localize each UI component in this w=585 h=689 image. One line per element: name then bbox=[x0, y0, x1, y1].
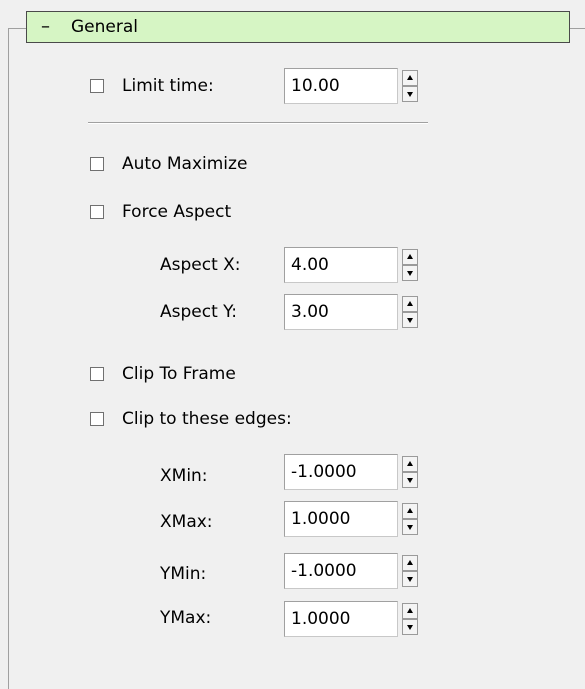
arrow-up-icon bbox=[407, 301, 413, 306]
collapse-icon[interactable]: – bbox=[41, 16, 50, 37]
rollout-title: General bbox=[71, 17, 138, 37]
spin-down-button[interactable] bbox=[402, 619, 418, 635]
force-aspect-row[interactable]: Force Aspect bbox=[90, 201, 231, 223]
arrow-up-icon bbox=[407, 508, 413, 513]
spin-up-button[interactable] bbox=[402, 296, 418, 312]
arrow-down-icon bbox=[407, 318, 413, 323]
limit-time-checkbox[interactable] bbox=[90, 79, 104, 93]
aspect-x-input[interactable] bbox=[284, 247, 398, 283]
spin-down-button[interactable] bbox=[402, 519, 418, 535]
aspect-y-label: Aspect Y: bbox=[160, 302, 238, 322]
spin-up-button[interactable] bbox=[402, 456, 418, 472]
spin-up-button[interactable] bbox=[402, 555, 418, 571]
force-aspect-label: Force Aspect bbox=[122, 202, 232, 222]
force-aspect-checkbox[interactable] bbox=[90, 205, 104, 219]
aspect-y-spin-buttons[interactable] bbox=[402, 296, 418, 328]
auto-maximize-checkbox[interactable] bbox=[90, 157, 104, 171]
ymax-label: YMax: bbox=[160, 608, 212, 628]
rollout-header-general[interactable]: – General bbox=[26, 11, 570, 43]
ymin-input[interactable] bbox=[284, 553, 398, 589]
clip-edges-label: Clip to these edges: bbox=[122, 409, 292, 429]
limit-time-input[interactable] bbox=[284, 68, 398, 104]
limit-time-spin-buttons[interactable] bbox=[402, 70, 418, 102]
spin-down-button[interactable] bbox=[402, 312, 418, 328]
clip-edges-row[interactable]: Clip to these edges: bbox=[90, 408, 292, 430]
spin-up-button[interactable] bbox=[402, 503, 418, 519]
arrow-down-icon bbox=[407, 478, 413, 483]
arrow-down-icon bbox=[407, 625, 413, 630]
auto-maximize-row[interactable]: Auto Maximize bbox=[90, 153, 247, 175]
clip-to-frame-row[interactable]: Clip To Frame bbox=[90, 363, 236, 385]
ymax-input[interactable] bbox=[284, 601, 398, 637]
ymin-spin-buttons[interactable] bbox=[402, 555, 418, 587]
arrow-up-icon bbox=[407, 608, 413, 613]
xmax-input[interactable] bbox=[284, 501, 398, 537]
xmin-spin-buttons[interactable] bbox=[402, 456, 418, 488]
clip-to-frame-checkbox[interactable] bbox=[90, 367, 104, 381]
arrow-up-icon bbox=[407, 461, 413, 466]
arrow-down-icon bbox=[407, 271, 413, 276]
arrow-down-icon bbox=[407, 525, 413, 530]
arrow-down-icon bbox=[407, 577, 413, 582]
arrow-up-icon bbox=[407, 254, 413, 259]
spin-down-button[interactable] bbox=[402, 571, 418, 587]
aspect-y-input[interactable] bbox=[284, 294, 398, 330]
aspect-x-spin-buttons[interactable] bbox=[402, 249, 418, 281]
rollout-frame bbox=[8, 28, 585, 689]
spin-down-button[interactable] bbox=[402, 472, 418, 488]
ymin-label: YMin: bbox=[160, 564, 207, 584]
arrow-up-icon bbox=[407, 560, 413, 565]
aspect-x-label: Aspect X: bbox=[160, 255, 241, 275]
xmin-label: XMin: bbox=[160, 466, 208, 486]
separator bbox=[88, 122, 428, 124]
xmin-input[interactable] bbox=[284, 454, 398, 490]
clip-edges-checkbox[interactable] bbox=[90, 412, 104, 426]
spin-up-button[interactable] bbox=[402, 249, 418, 265]
spin-down-button[interactable] bbox=[402, 265, 418, 281]
xmax-label: XMax: bbox=[160, 512, 213, 532]
auto-maximize-label: Auto Maximize bbox=[122, 154, 248, 174]
spin-down-button[interactable] bbox=[402, 86, 418, 102]
ymax-spin-buttons[interactable] bbox=[402, 603, 418, 635]
spin-up-button[interactable] bbox=[402, 603, 418, 619]
arrow-down-icon bbox=[407, 92, 413, 97]
arrow-up-icon bbox=[407, 75, 413, 80]
spin-up-button[interactable] bbox=[402, 70, 418, 86]
limit-time-label: Limit time: bbox=[122, 76, 214, 96]
clip-to-frame-label: Clip To Frame bbox=[122, 364, 236, 384]
limit-time-row[interactable]: Limit time: bbox=[90, 75, 214, 97]
xmax-spin-buttons[interactable] bbox=[402, 503, 418, 535]
